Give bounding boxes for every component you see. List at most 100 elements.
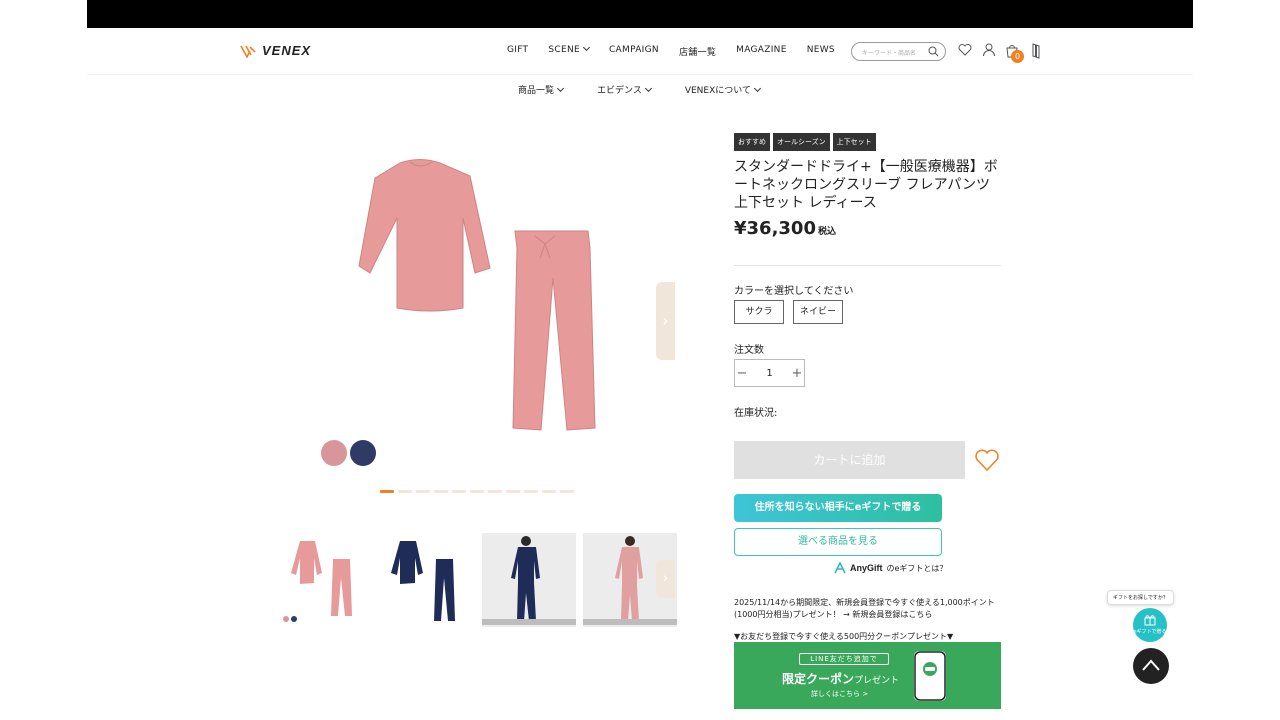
thumbnail-navy[interactable]: [381, 533, 475, 627]
search-icon[interactable]: [928, 46, 939, 57]
chevron-right-icon: ›: [662, 311, 669, 330]
back-to-top-button[interactable]: [1133, 648, 1169, 684]
nav-item-gift[interactable]: GIFT: [507, 45, 528, 58]
chevron-down-icon: [556, 84, 565, 93]
line-main-text: 限定クーポンプレゼント: [782, 670, 899, 687]
brand-logo[interactable]: VENEX: [240, 43, 311, 58]
subnav-item-about-label: VENEXについて: [684, 86, 752, 96]
egift-button[interactable]: 住所を知らない相手にeギフトで贈る: [734, 494, 942, 522]
user-icon[interactable]: [982, 43, 996, 57]
quantity-decrease-button[interactable]: −: [735, 366, 749, 381]
add-to-cart-button[interactable]: カートに追加: [734, 441, 965, 479]
gallery-dot[interactable]: [506, 490, 520, 493]
gift-icon: [1144, 615, 1156, 626]
anygift-text: のeギフトとは？: [886, 563, 948, 573]
line-pill: LINE友だち追加で: [799, 653, 889, 665]
anygift-link[interactable]: AnyGift のeギフトとは？: [834, 562, 947, 574]
gift-tooltip: ギフトをお探しですか？: [1107, 590, 1174, 605]
sub-nav: 商品一覧 エビデンス VENEXについて: [518, 83, 762, 96]
thumbnail-sakura[interactable]: [280, 533, 374, 627]
chevron-down-icon: [753, 84, 762, 93]
thumbnail-dot-sakura: [283, 616, 289, 622]
product-price: ¥36,300 税込: [734, 218, 836, 239]
chevron-down-icon: [582, 43, 591, 52]
browser-top-bar: [87, 0, 1193, 28]
chevron-right-icon: ›: [662, 571, 669, 586]
thumbnail-color-dots: [283, 616, 297, 622]
search-input[interactable]: キーワード・商品名: [851, 42, 946, 61]
gallery-dot[interactable]: [416, 490, 430, 493]
site: VENEX GIFT SCENE CAMPAIGN 店舗一覧 MAGAZINE …: [87, 28, 1193, 720]
smartphone-line-icon: [914, 651, 946, 701]
line-details-link: 詳しくはこちら >: [811, 690, 869, 698]
color-swatch-sakura[interactable]: [321, 440, 347, 466]
subnav-item-products-label: 商品一覧: [518, 86, 555, 96]
header-divider: [87, 74, 1193, 75]
gallery-dot[interactable]: [488, 490, 502, 493]
tax-label: 税込: [817, 227, 836, 237]
subnav-item-evidence-label: エビデンス: [597, 86, 642, 96]
gallery-dot[interactable]: [380, 490, 394, 493]
line-coupon-banner[interactable]: LINE友だち追加で 限定クーポンプレゼント 詳しくはこちら >: [734, 642, 1001, 709]
nav-item-magazine[interactable]: MAGAZINE: [736, 45, 787, 58]
chevron-down-icon: [644, 84, 652, 93]
tag-all-season: オールシーズン: [773, 133, 830, 151]
gallery-dot[interactable]: [542, 490, 556, 493]
nav-item-stores[interactable]: 店舗一覧: [679, 45, 716, 58]
line-main-suffix: プレゼント: [854, 676, 900, 686]
gift-float-button[interactable]: eギフトで贈る: [1133, 608, 1167, 642]
nav-item-campaign[interactable]: CAMPAIGN: [609, 45, 659, 58]
divider: [734, 265, 1001, 266]
tag-set: 上下セット: [832, 133, 876, 151]
nav-item-scene[interactable]: SCENE: [548, 43, 591, 58]
price-value: ¥36,300: [734, 218, 816, 239]
color-option-navy[interactable]: ネイビー: [793, 300, 843, 324]
anygift-logo-icon: [834, 562, 846, 574]
quantity-label: 注文数: [734, 345, 764, 356]
quantity-stepper: − 1 +: [734, 359, 805, 387]
search-placeholder: キーワード・商品名: [862, 50, 917, 57]
nav-item-news[interactable]: NEWS: [807, 45, 835, 58]
heart-icon[interactable]: [958, 43, 972, 57]
anygift-brand: AnyGift: [850, 563, 883, 573]
gallery-next-button[interactable]: ›: [656, 282, 675, 360]
gallery-dot[interactable]: [560, 490, 574, 493]
stock-status-label: 在庫状況:: [734, 408, 778, 419]
select-products-button[interactable]: 選べる商品を見る: [734, 528, 942, 556]
gift-float-label: eギフトで贈る: [1133, 629, 1167, 635]
quantity-value[interactable]: 1: [749, 368, 790, 379]
thumbnail-sakura-image: [291, 541, 352, 616]
product-tags: おすすめ オールシーズン 上下セット: [734, 133, 876, 151]
subnav-item-about[interactable]: VENEXについて: [684, 83, 762, 96]
thumbnail-model-navy[interactable]: [482, 533, 576, 627]
color-option-sakura[interactable]: サクラ: [734, 300, 784, 324]
favorite-heart-icon[interactable]: [974, 447, 1000, 473]
gallery-dot[interactable]: [524, 490, 538, 493]
quantity-increase-button[interactable]: +: [790, 366, 804, 381]
subnav-item-evidence[interactable]: エビデンス: [597, 83, 652, 96]
thumbnail-strip: [280, 533, 677, 627]
line-main-bold: 限定クーポン: [782, 672, 855, 686]
thumbnail-model-navy-image: [482, 536, 576, 625]
gallery-dot[interactable]: [398, 490, 412, 493]
thumbnail-navy-image: [391, 541, 455, 621]
gallery-dot[interactable]: [470, 490, 484, 493]
subnav-item-products[interactable]: 商品一覧: [518, 83, 565, 96]
nav-item-scene-label: SCENE: [548, 45, 580, 55]
color-swatch-navy[interactable]: [350, 440, 376, 466]
bookmark-icon[interactable]: [1031, 43, 1041, 59]
thumbnail-next-button[interactable]: ›: [656, 560, 675, 598]
gallery-dot[interactable]: [434, 490, 448, 493]
color-select-label: カラーを選択してください: [734, 286, 854, 297]
main-nav: GIFT SCENE CAMPAIGN 店舗一覧 MAGAZINE NEWS: [507, 43, 835, 58]
logo-mark-icon: [240, 45, 256, 58]
gallery-dot[interactable]: [452, 490, 466, 493]
logo-text: VENEX: [262, 43, 312, 58]
gallery-pagination: [380, 490, 574, 493]
campaign-notice[interactable]: 2025/11/14から期間限定、新規会員登録で今すぐ使える1,000ポイント(…: [734, 597, 1004, 621]
thumbnail-dot-navy: [291, 616, 297, 622]
tag-recommended: おすすめ: [734, 133, 770, 151]
product-main-image[interactable]: [345, 148, 605, 448]
product-title: スタンダードドライ+【一般医療機器】ボートネックロングスリーブ フレアパンツ 上…: [734, 159, 998, 211]
line-coupon-heading: ▼お友だち登録で今すぐ使える500円分クーポンプレゼント▼: [734, 632, 954, 641]
